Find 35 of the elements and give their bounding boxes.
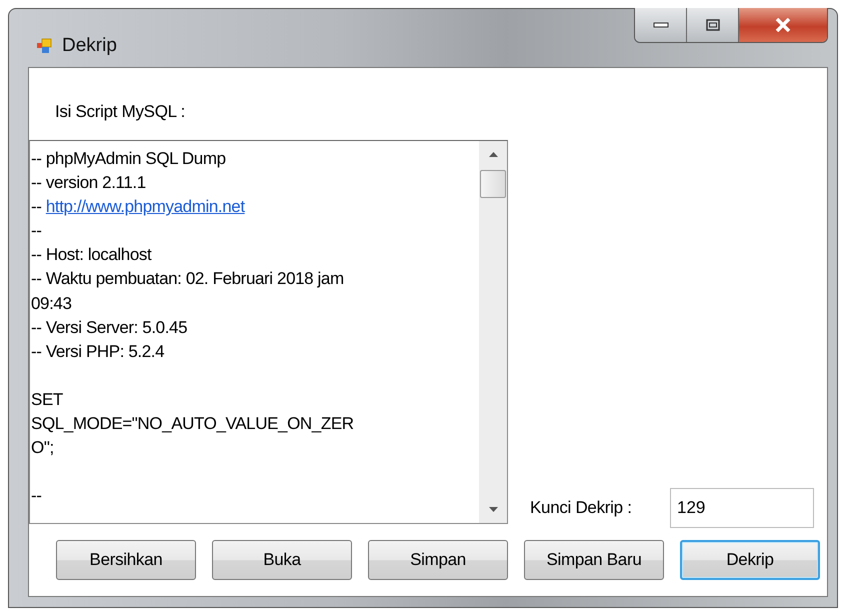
action-button[interactable]: Buka [212, 540, 352, 580]
maximize-button[interactable] [687, 8, 739, 42]
window-title: Dekrip [62, 35, 117, 57]
minimize-icon [652, 21, 668, 29]
vertical-scrollbar[interactable] [479, 141, 507, 523]
script-line: SET [31, 388, 64, 411]
action-button[interactable]: Simpan [368, 540, 508, 580]
script-link[interactable]: http://www.phpmyadmin.net [46, 197, 245, 216]
action-button[interactable]: Bersihkan [56, 540, 196, 580]
maximize-icon [706, 19, 720, 31]
script-line: 09:43 [31, 292, 73, 315]
app-icon [36, 38, 52, 54]
minimize-button[interactable] [635, 8, 687, 42]
script-line: -- http://www.phpmyadmin.net [31, 196, 246, 218]
scroll-thumb[interactable] [480, 170, 506, 198]
script-text-area[interactable] [29, 140, 508, 524]
script-label: Isi Script MySQL : [55, 102, 186, 122]
script-line: -- Versi PHP: 5.2.4 [31, 340, 166, 363]
close-button[interactable] [739, 8, 827, 42]
script-line: -- [31, 220, 43, 242]
script-line: -- version 2.11.1 [31, 172, 147, 194]
action-button[interactable]: Simpan Baru [524, 540, 664, 580]
scroll-up-icon[interactable] [488, 152, 498, 157]
script-line: -- phpMyAdmin SQL Dump [31, 148, 227, 170]
script-line: SQL_MODE="NO_AUTO_VALUE_ON_ZER [31, 413, 355, 436]
close-icon [774, 18, 792, 32]
key-label: Kunci Dekrip : [530, 498, 633, 518]
script-line: -- Host: localhost [31, 244, 153, 266]
script-line: -- Versi Server: 5.0.45 [31, 316, 188, 339]
key-input[interactable]: 129 [670, 488, 814, 528]
script-line: -- Waktu pembuatan: 02. Februari 2018 jam [31, 268, 345, 290]
scroll-down-icon[interactable] [488, 507, 498, 512]
script-line: -- [31, 485, 43, 508]
script-line: O"; [31, 437, 55, 460]
action-button[interactable]: Dekrip [680, 540, 820, 580]
